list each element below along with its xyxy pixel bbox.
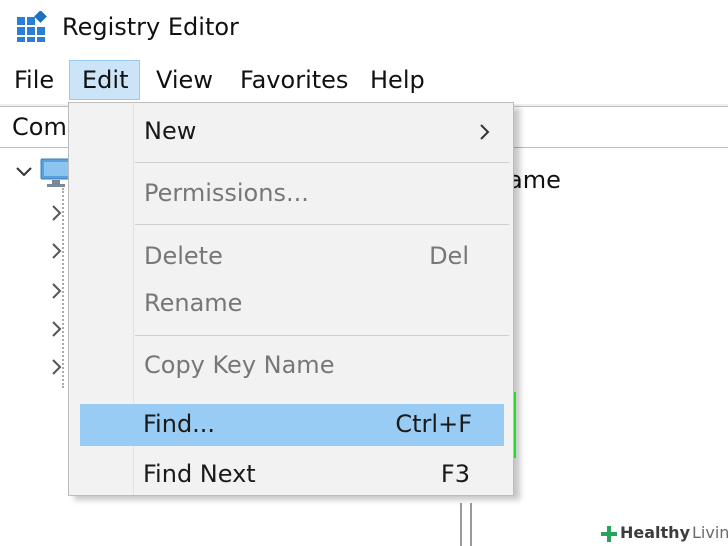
menu-item-delete: Delete Del (69, 234, 513, 278)
watermark: Healthy Living (596, 520, 728, 546)
menu-help[interactable]: Help (366, 60, 429, 100)
menu-item-find[interactable]: Find... Ctrl+F (80, 404, 504, 446)
menu-separator (135, 335, 509, 336)
menu-item-rename: Rename (69, 281, 513, 325)
plus-icon (601, 526, 617, 542)
menu-item-permissions: Permissions... (69, 171, 513, 215)
menu-item-label: Find... (143, 410, 216, 438)
chevron-right-icon[interactable] (50, 280, 64, 302)
pane-divider[interactable] (470, 503, 472, 546)
menu-item-new[interactable]: New (69, 109, 513, 153)
menu-item-shortcut: Ctrl+F (395, 410, 472, 438)
menu-item-label: Delete (144, 242, 223, 270)
menu-item-find-next[interactable]: Find Next F3 (68, 452, 514, 496)
menu-edit[interactable]: Edit (69, 60, 140, 100)
menu-bar: File Edit View Favorites Help (0, 56, 728, 104)
menu-item-label: Permissions... (144, 179, 309, 207)
menu-separator (135, 224, 509, 225)
menu-item-shortcut: F3 (440, 460, 470, 488)
chevron-right-icon[interactable] (50, 202, 64, 224)
window-title: Registry Editor (62, 13, 239, 41)
menu-file[interactable]: File (10, 60, 58, 100)
title-bar: Registry Editor (0, 0, 728, 56)
menu-item-shortcut: Del (429, 242, 469, 270)
menu-separator (135, 162, 509, 163)
menu-item-label: Copy Key Name (144, 351, 335, 379)
address-text: Com (12, 113, 67, 141)
menu-view[interactable]: View (152, 60, 217, 100)
menu-item-label: New (144, 117, 197, 145)
chevron-right-icon[interactable] (50, 318, 64, 340)
watermark-brand-2: Living (692, 523, 728, 542)
chevron-right-icon[interactable] (50, 240, 64, 262)
menu-item-label: Find Next (143, 460, 256, 488)
chevron-right-icon[interactable] (50, 356, 64, 378)
menu-item-find-row[interactable]: Find... Ctrl+F (68, 402, 504, 446)
menu-favorites[interactable]: Favorites (236, 60, 352, 100)
chevron-down-icon[interactable] (14, 162, 34, 182)
pane-divider[interactable] (460, 503, 462, 546)
watermark-brand: Healthy (620, 523, 690, 542)
registry-editor-icon (17, 11, 47, 42)
menu-item-label: Rename (144, 289, 243, 317)
menu-item-copy-key-name: Copy Key Name (69, 343, 513, 387)
chevron-right-icon (480, 124, 490, 140)
